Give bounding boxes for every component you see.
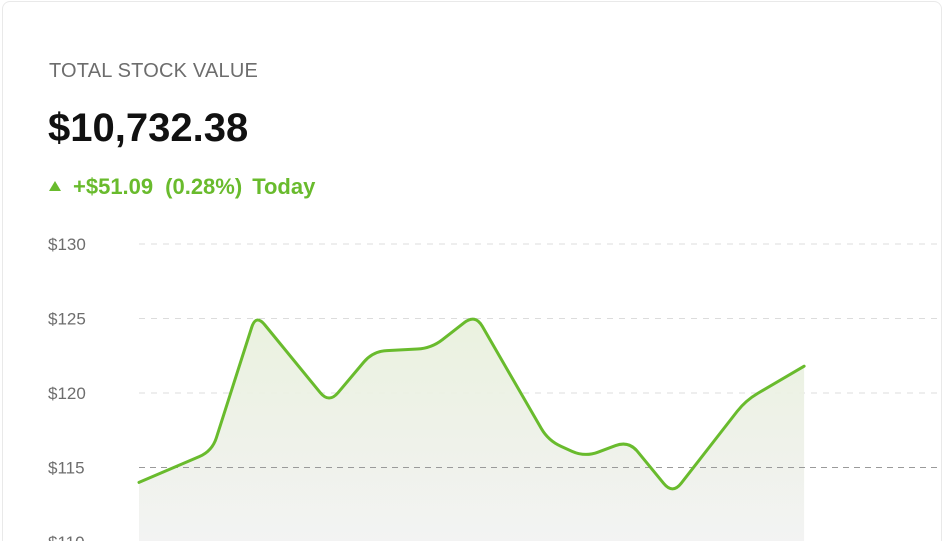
y-tick-label: $125: [48, 310, 86, 329]
stock-value-card: TOTAL STOCK VALUE $10,732.38 +$51.09 (0.…: [2, 1, 942, 541]
y-tick-label: $115: [48, 459, 85, 478]
stock-area-chart: $130 $125 $120 $115 $110: [48, 235, 941, 541]
series-area: [139, 319, 805, 541]
y-tick-label: $110: [48, 533, 85, 541]
y-tick-label: $130: [48, 235, 86, 254]
y-tick-label: $120: [48, 384, 86, 403]
